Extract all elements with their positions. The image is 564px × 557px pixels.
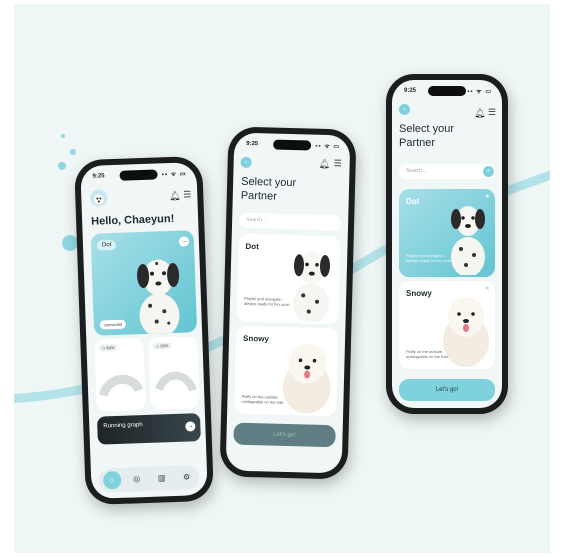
- bottom-navigation: ⌂ ◎ ▥ ⚙: [98, 465, 200, 493]
- phone-select-partner: 9:25 ▪▪ ᯤ ▭ ‹ 🔔︎ ☰ Select your Partner S…: [219, 126, 357, 480]
- phone-select-partner-active: 9:25 ▪▪ ᯤ ▭ ‹ 🔔︎ ☰ Select your Partner S…: [386, 74, 508, 414]
- partner-name: Snowy: [242, 333, 269, 344]
- partner-card-dot[interactable]: Dot Playful and energetic - always ready…: [236, 233, 341, 325]
- back-button[interactable]: ‹: [399, 104, 410, 115]
- battery-badge: ▭ 63%: [152, 342, 172, 350]
- samoyed-photo: [282, 343, 331, 414]
- home-screen: 9:25 ▪▪ ᯤ ▭ 🔔︎ ☰ Hello, Chaeyun! Dot → c…: [80, 162, 208, 499]
- status-time: 9:25: [246, 140, 259, 148]
- partner-card-snowy[interactable]: Snowy ★ Fluffy on the outside, unstoppab…: [399, 281, 495, 369]
- select-partner-screen: 9:25 ▪▪ ᯤ ▭ ‹ 🔔︎ ☰ Select your Partner S…: [225, 132, 351, 474]
- harness-device-icon: [98, 374, 144, 398]
- bell-icon[interactable]: 🔔︎: [474, 108, 485, 119]
- nav-chart-icon[interactable]: ▥: [152, 469, 171, 488]
- greeting: Hello, Chaeyun!: [90, 212, 175, 228]
- partner-card-dot-selected[interactable]: Dot ★ Playful and energetic - always rea…: [399, 189, 495, 277]
- status-icons: ▪▪ ᯤ ▭: [315, 143, 341, 151]
- page-title: Select your Partner: [399, 123, 455, 149]
- partner-name: Dot: [406, 197, 420, 206]
- samoyed-photo: [443, 297, 489, 367]
- back-button[interactable]: ‹: [240, 156, 252, 168]
- status-icons: ▪▪ ᯤ ▭: [467, 89, 492, 95]
- bell-icon[interactable]: 🔔︎: [318, 159, 331, 170]
- avatar[interactable]: [90, 189, 108, 207]
- search-icon[interactable]: ⌕: [483, 166, 494, 177]
- nav-settings-icon[interactable]: ⚙: [177, 468, 196, 487]
- battery-level: 63%: [160, 343, 169, 349]
- phone-home: 9:25 ▪▪ ᯤ ▭ 🔔︎ ☰ Hello, Chaeyun! Dot → c…: [74, 155, 214, 506]
- collar-device-icon: [155, 371, 197, 393]
- dalmatian-photo: [292, 251, 330, 323]
- status-time: 9:25: [404, 88, 417, 94]
- search-input[interactable]: Search...: [238, 212, 342, 231]
- nav-target-icon[interactable]: ◎: [127, 470, 146, 489]
- menu-icon[interactable]: ☰: [488, 107, 496, 118]
- lets-go-button[interactable]: Let's go!: [399, 379, 495, 401]
- pet-name-pill: Dot: [96, 239, 117, 251]
- status-icons: ▪▪ ᯤ ▭: [161, 171, 187, 179]
- status-bar: 9:25 ▪▪ ᯤ ▭: [246, 138, 340, 152]
- dalmatian-photo: [451, 206, 485, 275]
- partner-name: Snowy: [406, 289, 432, 298]
- lets-go-button[interactable]: Let's go!: [233, 422, 336, 448]
- status-bar: 9:25 ▪▪ ᯤ ▭: [404, 85, 492, 97]
- menu-icon[interactable]: ☰: [334, 158, 342, 169]
- avatar-dog-icon: [93, 194, 104, 205]
- mockup-stage: 9:25 ▪▪ ᯤ ▭ 🔔︎ ☰ Hello, Chaeyun! Dot → c…: [14, 4, 550, 553]
- dalmatian-photo: [137, 259, 180, 335]
- partner-card-snowy[interactable]: Snowy Fluffy on the outside, unstoppable…: [234, 325, 339, 417]
- partner-name: Dot: [245, 241, 259, 252]
- device-card-1[interactable]: ▭ 64%: [94, 338, 146, 412]
- status-time: 9:25: [92, 173, 105, 180]
- battery-badge: ▭ 64%: [98, 343, 118, 352]
- arrow-icon[interactable]: →: [185, 421, 196, 432]
- search-input[interactable]: Search...: [399, 164, 495, 179]
- status-bar: 9:25 ▪▪ ᯤ ▭: [92, 167, 186, 182]
- menu-icon[interactable]: ☰: [183, 189, 191, 200]
- connection-status: connected: [99, 319, 127, 330]
- running-graph-label: Running graph: [103, 422, 143, 430]
- battery-level: 64%: [106, 345, 115, 351]
- page-title: Select your Partner: [240, 175, 297, 203]
- partner-description: Playful and energetic - always ready for…: [243, 295, 290, 308]
- running-graph-card[interactable]: Running graph →: [96, 413, 201, 445]
- bell-icon[interactable]: 🔔︎: [169, 191, 181, 202]
- active-pet-card[interactable]: Dot → connected: [90, 230, 198, 336]
- nav-home-icon[interactable]: ⌂: [102, 470, 122, 490]
- device-card-2[interactable]: ▭ 63%: [148, 336, 200, 410]
- select-partner-screen: 9:25 ▪▪ ᯤ ▭ ‹ 🔔︎ ☰ Select your Partner S…: [392, 80, 502, 408]
